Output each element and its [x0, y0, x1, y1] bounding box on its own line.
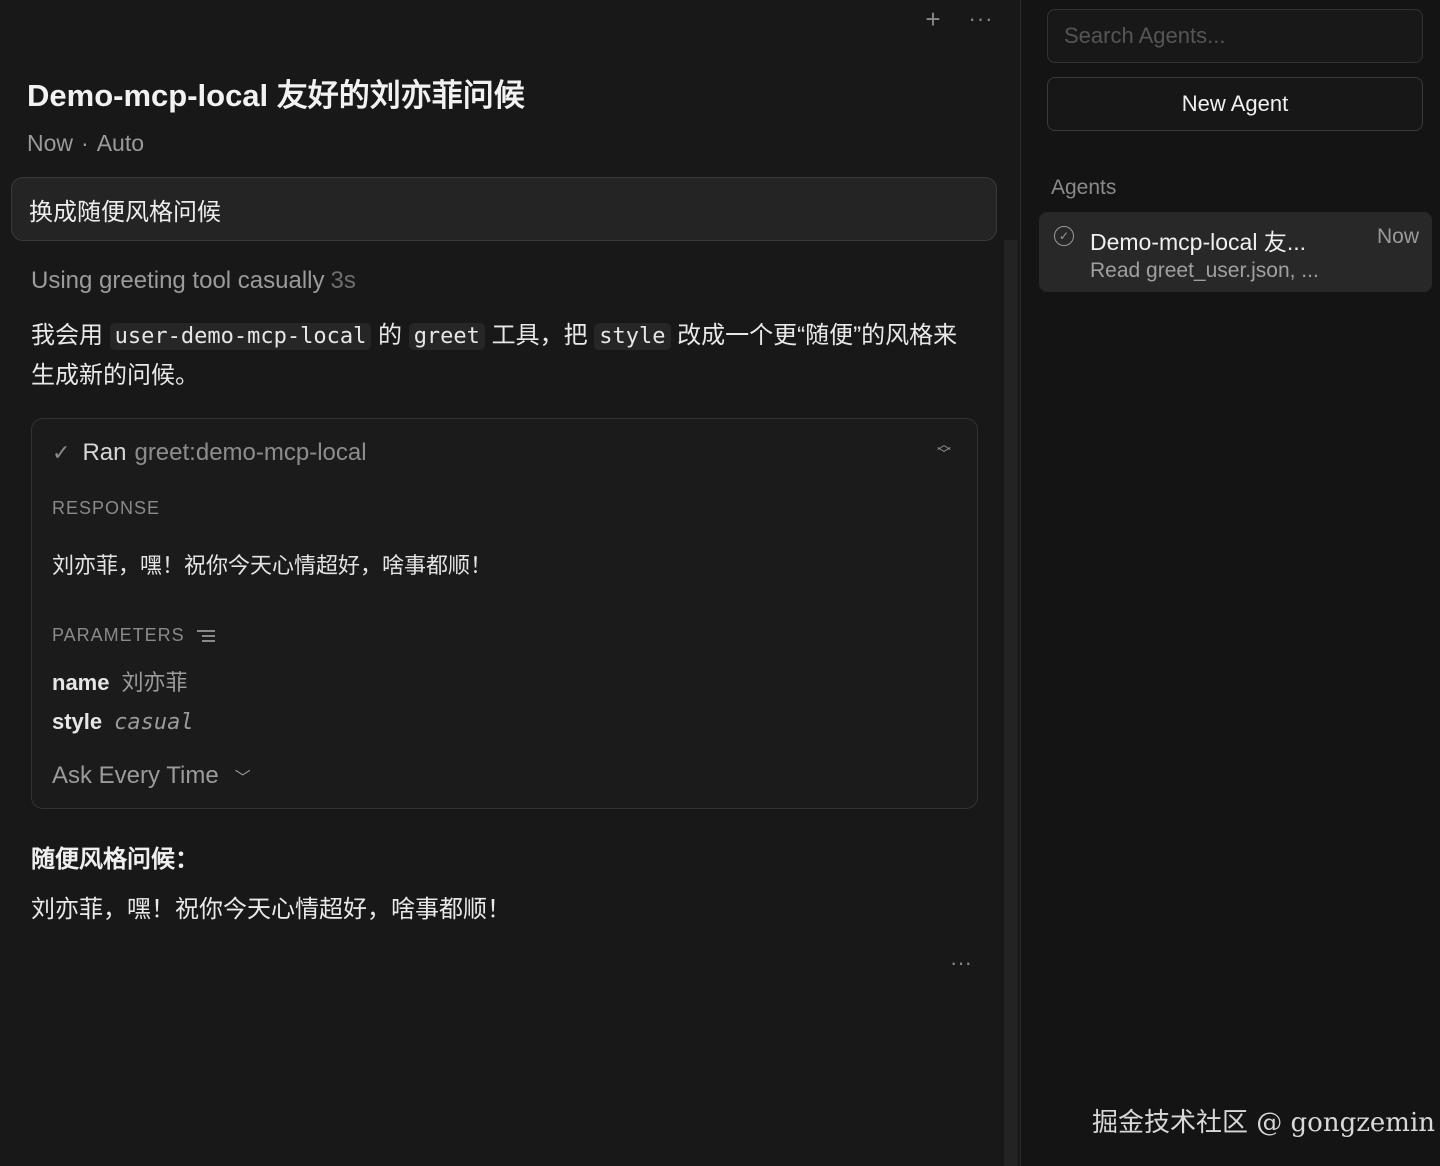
param-value: 刘亦菲 — [121, 670, 188, 695]
parameters-label: PARAMETERS — [52, 625, 185, 645]
response-label: RESPONSE — [52, 498, 161, 518]
meta-time: Now — [27, 130, 74, 156]
approval-mode-dropdown[interactable]: Ask Every Time ﹀ — [52, 762, 251, 790]
meta-mode[interactable]: Auto — [97, 130, 144, 156]
inline-code-server: user-demo-mcp-local — [109, 323, 372, 350]
inline-code-param: style — [594, 323, 671, 350]
thinking-label: Using greeting tool casually — [31, 267, 325, 294]
watermark: 掘金技术社区 @ gongzemin — [1092, 1108, 1436, 1138]
param-key: name — [52, 670, 110, 695]
user-prompt-message[interactable]: 换成随便风格问候 — [11, 177, 997, 241]
tool-name: greet:demo-mcp-local — [134, 439, 367, 466]
user-prompt-text: 换成随便风格问候 — [29, 198, 221, 226]
agents-section-label: Agents — [1051, 176, 1117, 199]
check-icon: ✓ — [52, 440, 71, 465]
meta-separator: · — [81, 130, 89, 156]
tool-status: Ran — [82, 439, 127, 466]
intro-part-1: 我会用 — [31, 322, 110, 349]
expand-collapse-icon[interactable]: ︿ ﹀ — [937, 437, 951, 461]
inline-code-tool: greet — [408, 323, 485, 350]
check-circle-icon: ✓ — [1054, 226, 1074, 246]
param-key: style — [52, 709, 103, 734]
agent-time: Now — [1376, 225, 1419, 248]
list-indent-icon[interactable] — [196, 629, 215, 642]
param-value: casual — [114, 710, 194, 735]
conversation-meta: Now · Auto — [27, 130, 144, 157]
agent-title: Demo-mcp-local 友... — [1090, 229, 1306, 255]
final-text: 刘亦菲，嘿！祝你今天心情超好，啥事都顺！ — [31, 896, 511, 923]
param-row-style: style casual — [52, 709, 194, 735]
thinking-duration: 3s — [330, 267, 356, 294]
assistant-intro-text: 我会用 user-demo-mcp-local 的 greet 工具，把 sty… — [31, 316, 981, 395]
tool-call-header[interactable]: ✓ Ran greet:demo-mcp-local — [52, 439, 367, 467]
agent-list-item[interactable]: ✓ Demo-mcp-local 友... Now Read greet_use… — [1039, 212, 1432, 292]
parameters-header: PARAMETERS — [52, 625, 215, 646]
approval-mode-label: Ask Every Time — [52, 762, 219, 789]
chevron-down-icon: ﹀ — [234, 770, 251, 787]
agent-subtitle: Read greet_user.json, ... — [1090, 259, 1319, 282]
response-text: 刘亦菲，嘿！祝你今天心情超好，啥事都顺！ — [52, 553, 493, 578]
plus-icon[interactable]: + — [918, 4, 948, 34]
page-title: Demo-mcp-local 友好的刘亦菲问候 — [27, 78, 525, 113]
scrollbar[interactable] — [1004, 240, 1018, 1166]
param-row-name: name 刘亦菲 — [52, 665, 188, 697]
new-agent-button[interactable]: New Agent — [1047, 77, 1423, 131]
thinking-status[interactable]: Using greeting tool casually 3s — [31, 267, 356, 295]
chat-panel: + ··· Demo-mcp-local 友好的刘亦菲问候 Now · Auto 换… — [0, 0, 1004, 1166]
search-agents-input[interactable] — [1047, 9, 1423, 63]
tool-call-card: ✓ Ran greet:demo-mcp-local ︿ ﹀ RESPONSE 刘… — [31, 418, 978, 809]
ellipsis-icon[interactable]: ··· — [966, 4, 996, 34]
final-heading: 随便风格问候： — [31, 846, 199, 873]
top-actions: + ··· — [918, 4, 996, 34]
intro-part-2: 的 — [371, 322, 409, 349]
agents-sidebar — [1021, 0, 1440, 1166]
message-more-icon[interactable]: ··· — [950, 950, 972, 976]
intro-part-3: 工具，把 — [484, 322, 595, 349]
